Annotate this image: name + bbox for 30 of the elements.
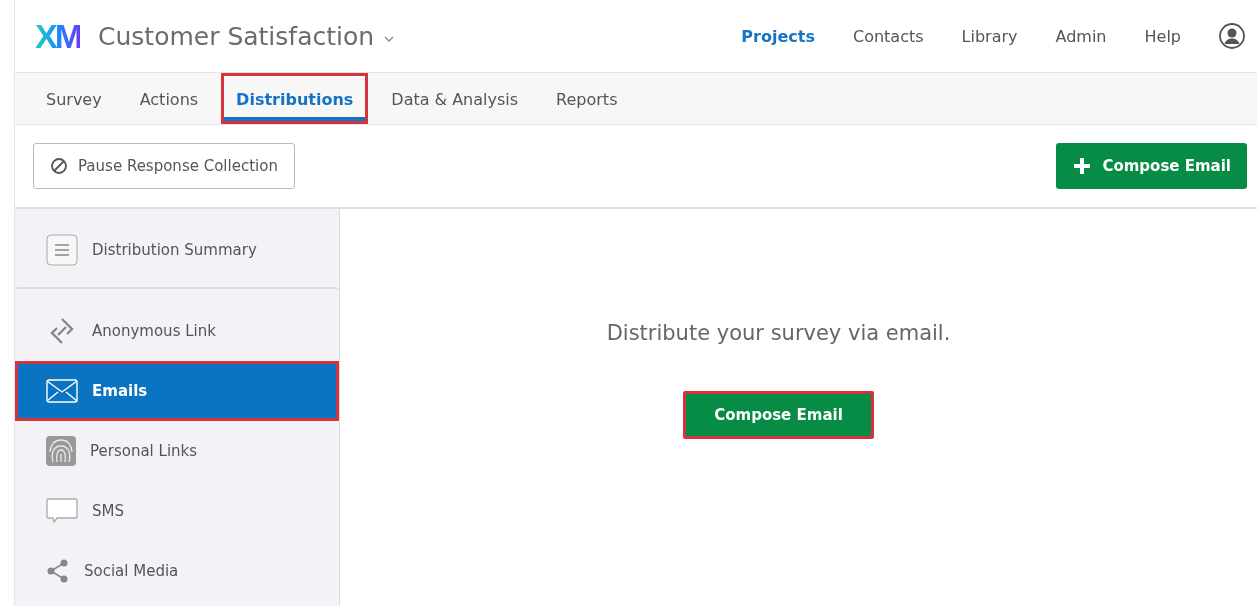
- fingerprint-icon: [46, 436, 76, 466]
- nav-link[interactable]: Projects: [741, 26, 815, 46]
- tab[interactable]: Survey: [31, 73, 117, 124]
- sidebar-item[interactable]: Anonymous Link: [15, 301, 339, 361]
- tab[interactable]: Data & Analysis: [376, 73, 534, 124]
- prohibited-icon: [50, 157, 68, 175]
- nav-link[interactable]: Help: [1144, 26, 1181, 46]
- user-avatar-icon[interactable]: [1219, 23, 1245, 49]
- speech-bubble-icon: [46, 498, 78, 524]
- nav-link[interactable]: Admin: [1055, 26, 1107, 46]
- sidebar-item[interactable]: Personal Links: [15, 421, 339, 481]
- document-icon: [46, 233, 78, 266]
- sidebar-item[interactable]: SMS: [15, 481, 339, 541]
- empty-state-message: Distribute your survey via email.: [606, 321, 951, 345]
- tab[interactable]: Distributions: [221, 73, 369, 124]
- nav-link[interactable]: Library: [961, 26, 1018, 46]
- nav-link[interactable]: Contacts: [852, 26, 924, 46]
- plus-icon: [1072, 156, 1093, 176]
- compose-email-button[interactable]: Compose Email: [1056, 143, 1247, 189]
- sidebar-item[interactable]: Social Media: [15, 541, 339, 601]
- sidebar-item[interactable]: Distribution Summary: [15, 209, 339, 289]
- project-title[interactable]: Customer Satisfaction: [98, 21, 375, 51]
- pause-button[interactable]: Pause Response Collection: [33, 143, 295, 189]
- tab[interactable]: Reports: [541, 73, 633, 124]
- tab[interactable]: Actions: [124, 73, 214, 124]
- chevron-down-icon[interactable]: [384, 36, 395, 42]
- sidebar-item[interactable]: Emails: [15, 361, 339, 421]
- envelope-icon: [46, 379, 78, 403]
- compose-email-button[interactable]: Compose Email: [683, 391, 874, 439]
- share-icon: [46, 558, 70, 584]
